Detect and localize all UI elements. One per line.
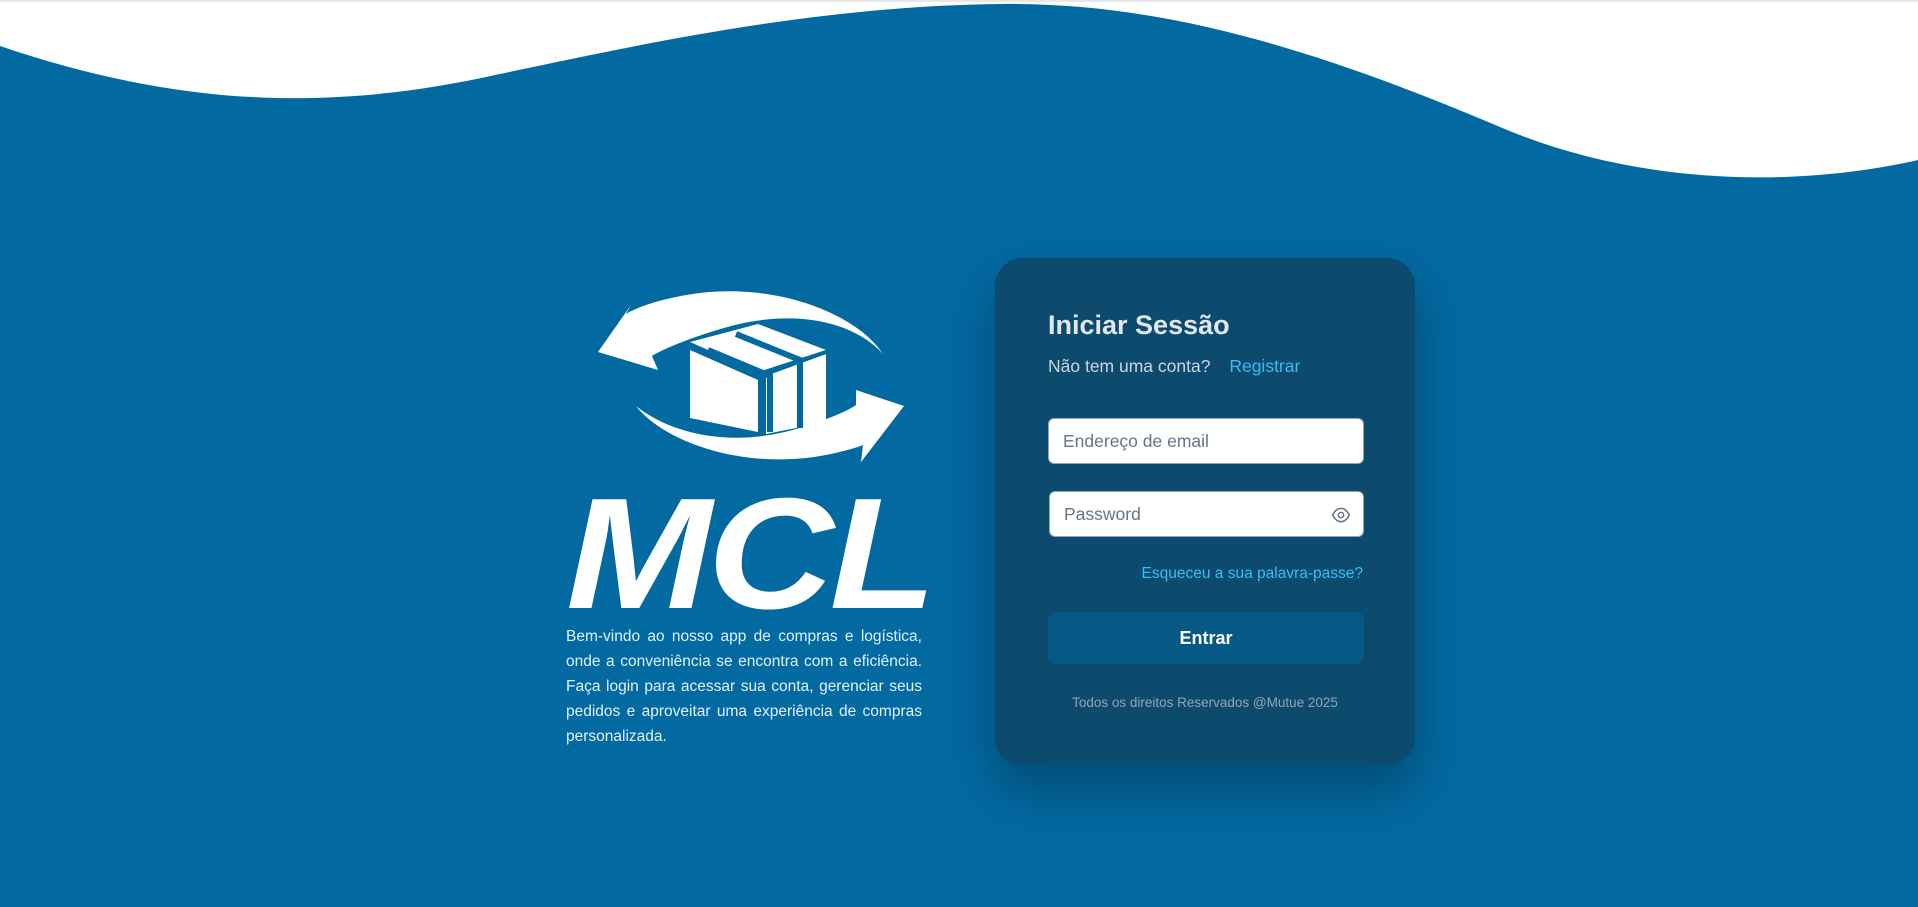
page-title: Iniciar Sessão bbox=[1048, 310, 1230, 340]
password-field-wrapper bbox=[1049, 491, 1364, 537]
email-field-wrapper bbox=[1048, 418, 1364, 464]
email-field[interactable] bbox=[1049, 419, 1363, 463]
svg-text:MCL: MCL bbox=[566, 466, 932, 614]
footer-copyright: Todos os direitos Reservados @Mutue 2025 bbox=[1072, 695, 1338, 710]
no-account-text: Não tem uma conta? bbox=[1048, 356, 1211, 376]
box-with-circular-arrows-icon bbox=[598, 291, 904, 462]
header-wave bbox=[0, 2, 1918, 178]
login-card: Iniciar Sessão Não tem uma conta? Regist… bbox=[995, 258, 1415, 765]
register-link[interactable]: Registrar bbox=[1229, 356, 1300, 376]
eye-icon[interactable] bbox=[1331, 505, 1351, 525]
welcome-text: Bem-vindo ao nosso app de compras e logí… bbox=[566, 628, 922, 745]
mcl-logo: MCL bbox=[566, 291, 936, 614]
forgot-password-link[interactable]: Esqueceu a sua palavra-passe? bbox=[1142, 565, 1363, 583]
signup-prompt: Não tem uma conta? Registrar bbox=[1048, 356, 1300, 377]
password-field[interactable] bbox=[1050, 492, 1363, 536]
login-button[interactable]: Entrar bbox=[1048, 612, 1364, 664]
